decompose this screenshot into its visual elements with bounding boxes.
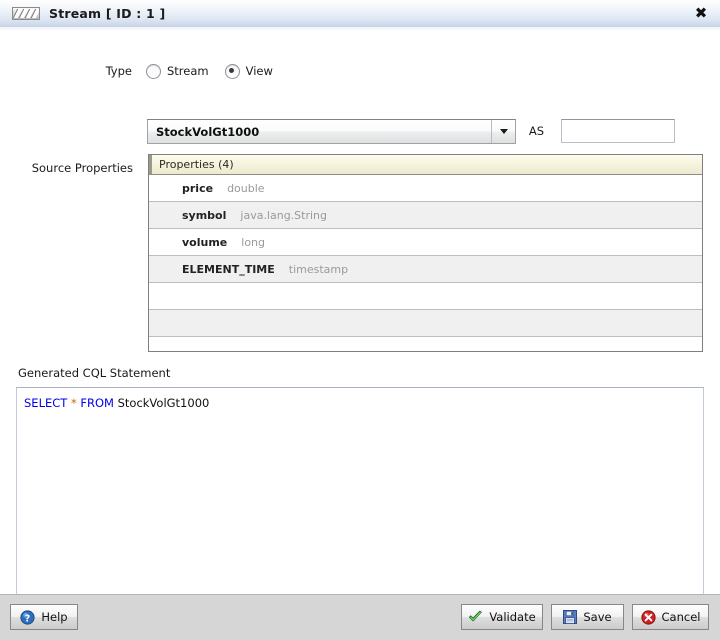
validate-button-label: Validate <box>489 610 536 624</box>
cql-source-identifier: StockVolGt1000 <box>117 396 210 410</box>
window-title: Stream [ ID : 1 ] <box>49 6 166 21</box>
table-row[interactable]: ELEMENT_TIME timestamp <box>149 256 702 283</box>
validate-button[interactable]: Validate <box>461 604 543 630</box>
source-properties-label: Source Properties <box>31 161 133 175</box>
properties-table-header-label: Properties (4) <box>159 158 234 171</box>
radio-option-view[interactable]: View <box>224 63 273 79</box>
radio-view-label: View <box>245 64 273 78</box>
table-row[interactable] <box>149 310 702 337</box>
dialog-body: Type Stream View StockVolGt1000 AS Sourc… <box>0 31 720 612</box>
help-button-label: Help <box>41 610 68 624</box>
cancel-circle-icon <box>640 609 656 625</box>
type-radio-group: Stream View <box>146 62 289 80</box>
stream-icon <box>12 7 40 20</box>
table-row[interactable]: volume long <box>149 229 702 256</box>
window-titlebar: Stream [ ID : 1 ] ✖ <box>0 0 720 28</box>
table-row[interactable] <box>149 283 702 310</box>
property-name: volume <box>182 235 228 249</box>
as-input[interactable] <box>561 119 675 143</box>
source-select[interactable]: StockVolGt1000 <box>147 119 516 144</box>
radio-view-icon[interactable] <box>224 63 240 79</box>
as-label: AS <box>528 124 544 138</box>
save-button[interactable]: Save <box>551 604 624 630</box>
help-button[interactable]: ? Help <box>10 604 78 630</box>
dialog-footer: ? Help Validate Save Cancel <box>0 594 720 640</box>
cql-statement-label: Generated CQL Statement <box>18 366 171 380</box>
property-name: ELEMENT_TIME <box>182 262 275 276</box>
cql-keyword-from: FROM <box>80 396 114 410</box>
property-type: long <box>241 235 266 249</box>
radio-option-stream[interactable]: Stream <box>146 63 209 79</box>
check-mark-icon <box>469 610 483 622</box>
source-properties-table[interactable]: Properties (4) price double symbol java.… <box>148 154 703 352</box>
svg-text:?: ? <box>25 613 31 624</box>
cql-star-token: * <box>70 396 77 410</box>
help-question-icon: ? <box>20 609 35 625</box>
property-name: symbol <box>182 208 227 222</box>
source-select-value: StockVolGt1000 <box>156 124 260 139</box>
property-name: price <box>182 181 214 195</box>
cql-statement-textarea[interactable]: SELECT * FROM StockVolGt1000 <box>16 387 704 612</box>
cancel-button-label: Cancel <box>661 610 701 624</box>
radio-stream-icon[interactable] <box>146 63 161 79</box>
property-type: double <box>227 181 265 195</box>
table-row[interactable]: price double <box>149 175 702 202</box>
property-type: java.lang.String <box>240 208 328 222</box>
floppy-disk-icon <box>563 610 578 624</box>
type-label: Type <box>105 64 132 78</box>
table-row[interactable]: symbol java.lang.String <box>149 202 702 229</box>
property-type: timestamp <box>288 262 349 276</box>
properties-table-header: Properties (4) <box>149 155 702 175</box>
cql-keyword-select: SELECT <box>24 396 68 410</box>
save-button-label: Save <box>583 610 612 624</box>
cancel-button[interactable]: Cancel <box>632 604 709 630</box>
close-icon[interactable]: ✖ <box>691 3 711 23</box>
radio-stream-label: Stream <box>167 64 209 78</box>
cql-statement-text: SELECT * FROM StockVolGt1000 <box>24 396 703 410</box>
